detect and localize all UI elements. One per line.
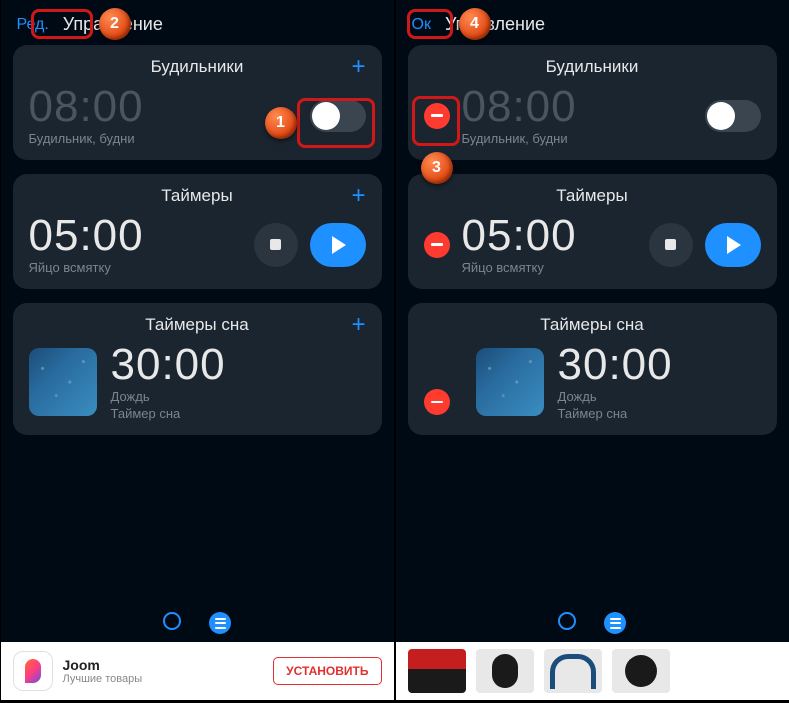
alarms-title: Будильники <box>151 57 244 77</box>
sleep-title: Таймеры сна <box>540 315 643 335</box>
sleep-card: Таймеры сна + 30:00 Дождь Таймер сна <box>13 303 382 435</box>
sleep-title: Таймеры сна <box>145 315 248 335</box>
ad-image-headphones <box>544 649 602 693</box>
ad-app-icon <box>13 651 53 691</box>
timer-time: 05:00 <box>29 214 254 258</box>
done-button[interactable]: Ок <box>412 16 431 34</box>
add-alarm-button[interactable]: + <box>351 55 365 79</box>
alarm-time: 08:00 <box>29 85 310 129</box>
ad-title: Joom <box>63 657 264 673</box>
header: Ок Управление <box>396 0 789 45</box>
sleep-card: Таймеры сна 30:00 Дождь Таймер сна <box>408 303 777 435</box>
alarms-title: Будильники <box>546 57 639 77</box>
delete-alarm-button[interactable] <box>424 103 450 129</box>
timer-time: 05:00 <box>462 214 649 258</box>
stop-button[interactable] <box>254 223 298 267</box>
sleep-time: 30:00 <box>111 343 366 387</box>
delete-timer-button[interactable] <box>424 232 450 258</box>
sleep-thumbnail <box>29 348 97 416</box>
page-title: Управление <box>63 14 163 35</box>
sleep-sub: Таймер сна <box>111 406 366 421</box>
alarm-time: 08:00 <box>462 85 705 129</box>
alarms-card: Будильники 08:00 Будильник, будни <box>408 45 777 160</box>
bottom-nav <box>1 604 394 642</box>
alarm-toggle[interactable] <box>310 100 366 132</box>
edit-button[interactable]: Ред. <box>17 16 49 34</box>
ad-banner[interactable]: Joom Лучшие товары УСТАНОВИТЬ <box>1 642 394 700</box>
alarm-toggle[interactable] <box>705 100 761 132</box>
alarms-card: Будильники + 08:00 Будильник, будни <box>13 45 382 160</box>
delete-sleep-button[interactable] <box>424 389 450 415</box>
bottom-nav <box>396 604 789 642</box>
sleep-sub: Таймер сна <box>558 406 761 421</box>
play-button[interactable] <box>705 223 761 267</box>
sleep-label: Дождь <box>111 389 366 404</box>
ad-banner[interactable] <box>396 642 789 700</box>
nav-home-icon[interactable] <box>558 612 576 630</box>
timers-card: Таймеры + 05:00 Яйцо всмятку <box>13 174 382 289</box>
timers-title: Таймеры <box>556 186 627 206</box>
timer-label: Яйцо всмятку <box>29 260 254 275</box>
sleep-time: 30:00 <box>558 343 761 387</box>
alarm-label: Будильник, будни <box>462 131 705 146</box>
add-timer-button[interactable]: + <box>351 184 365 208</box>
timer-label: Яйцо всмятку <box>462 260 649 275</box>
sleep-label: Дождь <box>558 389 761 404</box>
nav-menu-icon[interactable] <box>604 612 626 634</box>
play-button[interactable] <box>310 223 366 267</box>
header: Ред. Управление <box>1 0 394 45</box>
screen-left: Ред. Управление Будильники + 08:00 Будил… <box>1 0 394 700</box>
install-button[interactable]: УСТАНОВИТЬ <box>273 657 381 685</box>
nav-menu-icon[interactable] <box>209 612 231 634</box>
screen-right: Ок Управление Будильники 08:00 Будильник… <box>396 0 789 700</box>
timers-card: Таймеры 05:00 Яйцо всмятку <box>408 174 777 289</box>
ad-sub: Лучшие товары <box>63 673 264 685</box>
stop-button[interactable] <box>649 223 693 267</box>
page-title: Управление <box>445 14 545 35</box>
ad-image-watch <box>612 649 670 693</box>
ad-image-earbuds <box>408 649 466 693</box>
alarm-label: Будильник, будни <box>29 131 310 146</box>
sleep-thumbnail <box>476 348 544 416</box>
ad-image-mouse <box>476 649 534 693</box>
nav-home-icon[interactable] <box>163 612 181 630</box>
add-sleep-button[interactable]: + <box>351 313 365 337</box>
timers-title: Таймеры <box>161 186 232 206</box>
